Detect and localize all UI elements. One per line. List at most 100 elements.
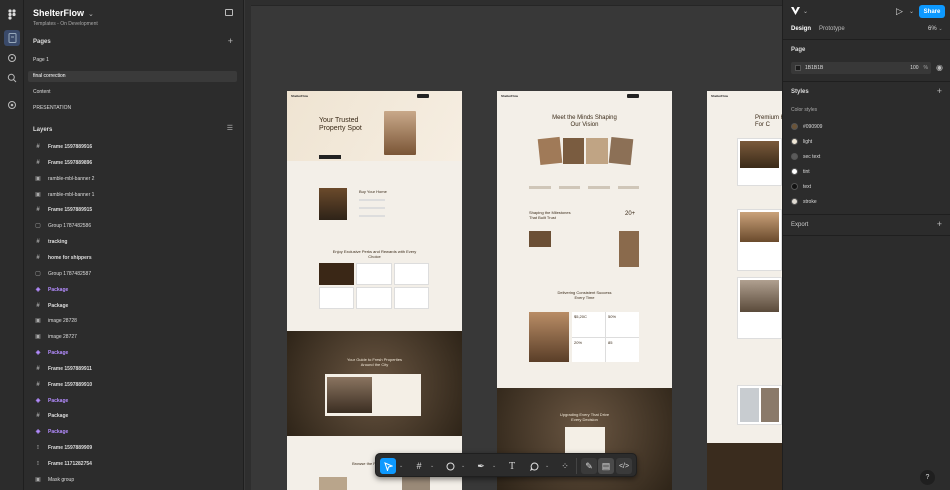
layer-item[interactable]: ⁝ Frame 1597889909 [28, 441, 237, 456]
draw-mode-icon[interactable]: ✎ [581, 458, 597, 474]
frame2-stat: $5,20C [572, 312, 605, 337]
color-style-item[interactable]: tint [791, 166, 810, 177]
color-style-item[interactable]: sec text [791, 151, 820, 162]
color-style-item[interactable]: #090909 [791, 121, 822, 132]
layer-item[interactable]: ▣ ramble-mbl-banner 2 [28, 172, 237, 187]
layer-label: Package [48, 429, 69, 436]
layer-label: Package [48, 413, 69, 420]
layer-item[interactable]: # Package [28, 409, 237, 424]
page-item[interactable]: Content [28, 87, 237, 98]
layer-item[interactable]: ◈ Package [28, 346, 237, 361]
page-item[interactable]: PRESENTATION [28, 103, 237, 114]
autolayout-icon: ⁝ [37, 445, 39, 452]
layer-label: Group 1787482586 [48, 223, 92, 230]
frame3-hero-title: Premium Hom For C [755, 115, 782, 128]
layer-item[interactable]: ◈ Package [28, 425, 237, 440]
color-style-item[interactable]: text [791, 181, 811, 192]
share-button[interactable]: Share [919, 5, 945, 18]
page-item[interactable]: final correction [28, 71, 237, 82]
component-icon: ◈ [35, 429, 41, 436]
chevron-down-icon[interactable]: ⌄ [545, 463, 549, 469]
bottom-toolbar: ⌄ # ⌄ ⌄ ✒ ⌄ T ⌄ ⁘ ✎ ▤ </> [375, 453, 637, 477]
layer-label: home for shippers [48, 254, 92, 261]
styles-header: Styles [791, 89, 809, 95]
add-export-icon[interactable]: + [937, 219, 942, 229]
layer-item[interactable]: # tracking [28, 235, 237, 250]
chevron-down-icon[interactable]: ⌄ [492, 463, 496, 469]
comment-tool-icon[interactable] [526, 458, 542, 474]
layer-item[interactable]: ◈ Package [28, 394, 237, 409]
design-mode-icon[interactable]: ▤ [598, 458, 614, 474]
layer-label: Frame 1597889910 [48, 381, 93, 388]
pen-tool-icon[interactable]: ✒ [473, 458, 489, 474]
layer-label: ramble-mbl-banner 1 [48, 191, 95, 198]
design-frame-1[interactable]: ShelterFlow Your Trusted Property Spot B… [287, 91, 462, 490]
frame-tool-icon[interactable]: # [411, 458, 427, 474]
chevron-down-icon[interactable]: ⌄ [430, 463, 434, 469]
layer-label: Package [48, 350, 69, 357]
frame1-brand: ShelterFlow [291, 94, 309, 98]
frame2-shape-title: Shaping the Milestones That Built Trust [529, 210, 571, 220]
layer-item[interactable]: ▣ ramble-mbl-banner 1 [28, 188, 237, 203]
color-style-name: tint [803, 168, 810, 175]
frame2-stat: 85 [606, 337, 639, 362]
layer-item[interactable]: # Frame 1597889916 [28, 140, 237, 155]
group-icon: ▢ [35, 223, 41, 230]
layer-item[interactable]: ▣ image 28727 [28, 330, 237, 345]
sidebar-toggle-icon[interactable] [225, 9, 233, 16]
main-menu[interactable]: ⌄ [791, 7, 808, 15]
project-title[interactable]: ShelterFlow ⌄ [33, 8, 94, 18]
layer-item[interactable]: ▣ Mask group [28, 473, 237, 488]
color-style-item[interactable]: stroke [791, 196, 817, 207]
layer-label: Frame 1597889916 [48, 144, 93, 150]
add-style-icon[interactable]: + [937, 86, 942, 96]
assets-icon[interactable] [4, 50, 20, 66]
frame-icon: # [36, 144, 40, 150]
actions-icon[interactable]: ⁘ [557, 458, 573, 474]
layer-item[interactable]: ⁝ Frame 1171282754 [28, 457, 237, 472]
canvas[interactable]: ShelterFlow Your Trusted Property Spot B… [245, 0, 782, 490]
layer-label: ramble-mbl-banner 2 [48, 175, 95, 182]
page-color-field[interactable]: 1B1B1B 100 % [791, 62, 931, 74]
chevron-down-icon: ⌄ [803, 8, 809, 15]
text-tool-icon[interactable]: T [504, 458, 520, 474]
layer-item[interactable]: # Frame 1597889910 [28, 378, 237, 393]
present-chevron-icon[interactable]: ⌄ [909, 8, 914, 15]
layer-item[interactable]: # Frame 1597889911 [28, 362, 237, 377]
layer-item[interactable]: ▣ image 28728 [28, 314, 237, 329]
layer-item[interactable]: ◈ Package [28, 283, 237, 298]
color-style-item[interactable]: light [791, 136, 812, 147]
image-icon: ▣ [35, 334, 41, 341]
tab-design[interactable]: Design [791, 26, 811, 32]
layer-item[interactable]: # Frame 1597889915 [28, 203, 237, 218]
color-swatch [791, 153, 798, 160]
move-tool-icon[interactable] [380, 458, 396, 474]
design-frame-3[interactable]: ShelterFlow Premium Hom For C [707, 91, 782, 490]
layer-item[interactable]: # Package [28, 299, 237, 314]
chevron-down-icon[interactable]: ⌄ [399, 463, 403, 469]
chevron-down-icon: ⌄ [938, 26, 943, 32]
file-icon[interactable] [4, 30, 20, 46]
help-icon[interactable]: ? [920, 470, 935, 485]
chevron-down-icon[interactable]: ⌄ [461, 463, 465, 469]
layer-item[interactable]: ▢ Group 1787482587 [28, 267, 237, 282]
page-item[interactable]: Page 1 [28, 55, 237, 66]
figma-menu-icon[interactable] [4, 6, 20, 22]
plugins-icon[interactable] [4, 97, 20, 113]
layers-menu-icon[interactable]: ☰ [227, 124, 233, 132]
layer-item[interactable]: # home for shippers [28, 251, 237, 266]
zoom-level[interactable]: 6% ⌄ [928, 26, 943, 32]
layer-item[interactable]: ▢ Group 1787482586 [28, 219, 237, 234]
layer-label: Mask group [48, 476, 75, 483]
tab-prototype[interactable]: Prototype [819, 26, 845, 32]
add-page-icon[interactable]: + [228, 36, 233, 46]
shape-tool-icon[interactable] [442, 458, 458, 474]
layer-item[interactable]: # Frame 1597889896 [28, 156, 237, 171]
design-frame-2[interactable]: ShelterFlow Meet the Minds Shaping Our V… [497, 91, 672, 490]
dev-mode-icon[interactable]: </> [616, 458, 632, 474]
frame2-hero-title: Meet the Minds Shaping Our Vision [552, 115, 617, 128]
frame2-stat: 20% [572, 337, 605, 362]
search-icon[interactable] [4, 70, 20, 86]
eye-icon[interactable]: ◉ [936, 63, 943, 72]
play-icon[interactable]: ▷ [896, 6, 903, 17]
